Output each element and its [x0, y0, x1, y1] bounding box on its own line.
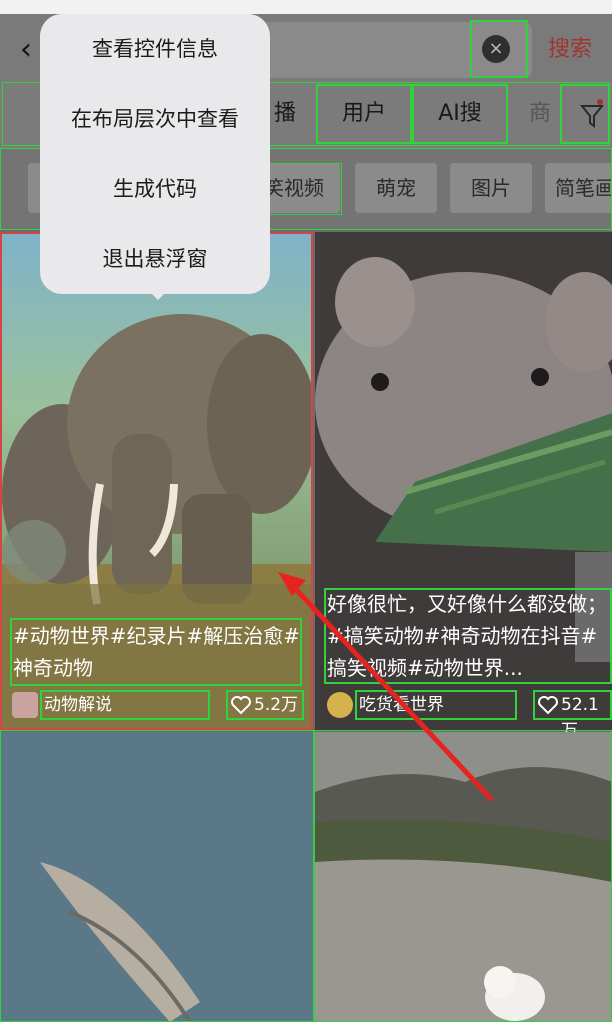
annotation-arrow	[278, 572, 494, 802]
